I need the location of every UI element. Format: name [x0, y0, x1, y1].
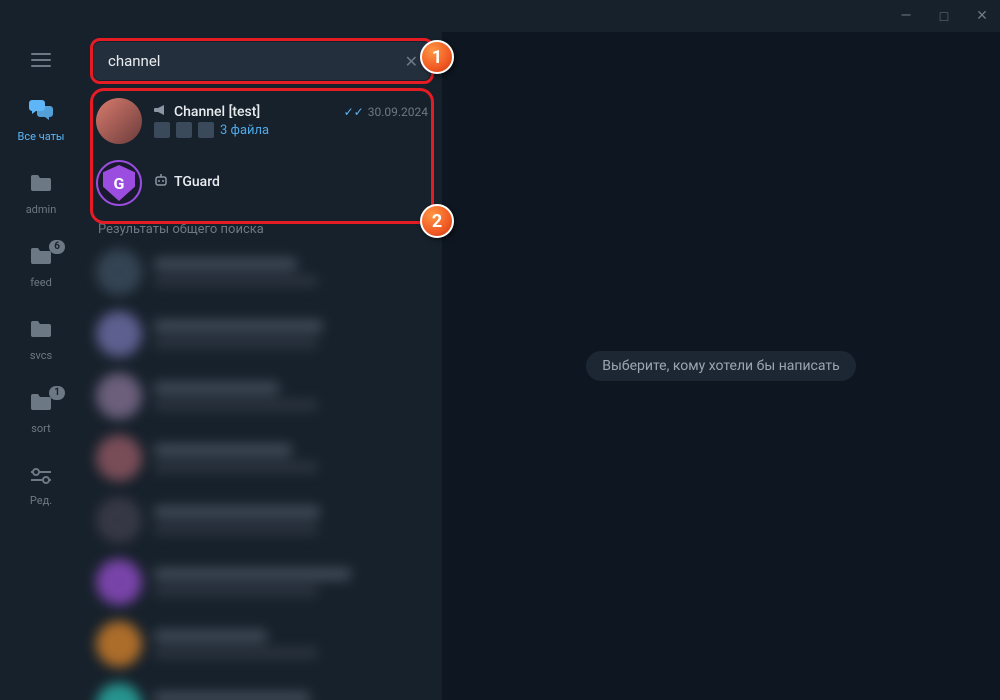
chat-name-text: Channel [test]: [174, 104, 260, 120]
chat-item-blurred[interactable]: [82, 675, 442, 700]
attachment-thumb: [198, 122, 214, 138]
search-input[interactable]: [94, 42, 430, 80]
step-marker-1: 1: [420, 40, 454, 74]
filter-feed[interactable]: 6 feed: [5, 238, 77, 297]
filter-label: sort: [31, 422, 51, 435]
avatar: [96, 373, 142, 419]
filter-label: Ред.: [30, 494, 52, 507]
avatar: [96, 249, 142, 295]
avatar: [96, 621, 142, 667]
filter-label: feed: [30, 276, 52, 289]
attachment-thumb: [176, 122, 192, 138]
empty-state-message: Выберите, кому хотели бы написать: [586, 351, 855, 381]
folder-icon: [29, 319, 53, 345]
chat-name-text: TGuard: [174, 174, 220, 190]
avatar: [96, 435, 142, 481]
filter-svcs[interactable]: svcs: [5, 311, 77, 370]
chat-item-blurred[interactable]: [82, 489, 442, 551]
chat-date-text: 30.09.2024: [368, 105, 428, 119]
sidebar: Все чаты admin 6 feed svcs 1: [0, 32, 82, 700]
filter-sort[interactable]: 1 sort: [5, 384, 77, 443]
chat-item-tguard[interactable]: G TGuard: [82, 152, 442, 214]
chat-item-blurred[interactable]: [82, 613, 442, 675]
chat-item-blurred[interactable]: [82, 241, 442, 303]
clear-search-icon[interactable]: ✕: [405, 52, 418, 71]
chat-list: Channel [test] ✓✓ 30.09.2024 3 файла: [82, 90, 442, 700]
avatar: G: [96, 160, 142, 206]
filter-label: svcs: [30, 349, 52, 362]
close-button[interactable]: ✕: [972, 8, 992, 24]
bot-icon: [154, 174, 168, 190]
filter-edit[interactable]: Ред.: [5, 457, 77, 515]
settings-icon: [29, 465, 53, 490]
attachment-thumb: [154, 122, 170, 138]
chat-sub-text: 3 файла: [220, 123, 269, 138]
avatar: [96, 683, 142, 700]
chat-item-channel-test[interactable]: Channel [test] ✓✓ 30.09.2024 3 файла: [82, 90, 442, 152]
avatar: [96, 497, 142, 543]
avatar: [96, 559, 142, 605]
minimize-button[interactable]: —: [896, 8, 916, 24]
filter-label: Все чаты: [18, 130, 65, 143]
titlebar: — □ ✕: [0, 0, 1000, 32]
chat-list-panel: 1 2 ✕ Channel [test]: [82, 32, 442, 700]
folder-icon: [29, 173, 53, 199]
read-check-icon: ✓✓: [344, 105, 364, 119]
filter-all-chats[interactable]: Все чаты: [5, 90, 77, 151]
megaphone-icon: [154, 104, 168, 120]
chat-item-blurred[interactable]: [82, 427, 442, 489]
maximize-button[interactable]: □: [934, 8, 954, 25]
chats-icon: [28, 98, 54, 126]
avatar: [96, 311, 142, 357]
step-marker-2: 2: [420, 204, 454, 238]
search-container: ✕: [82, 32, 442, 90]
global-search-header: Результаты общего поиска: [82, 214, 442, 241]
filter-label: admin: [26, 203, 57, 216]
main-content: Выберите, кому хотели бы написать: [442, 32, 1000, 700]
chat-item-blurred[interactable]: [82, 365, 442, 427]
badge: 1: [49, 386, 65, 400]
badge: 6: [49, 240, 65, 254]
chat-item-blurred[interactable]: [82, 551, 442, 613]
chat-item-blurred[interactable]: [82, 303, 442, 365]
menu-button[interactable]: [30, 52, 52, 72]
avatar: [96, 98, 142, 144]
filter-admin[interactable]: admin: [5, 165, 77, 224]
